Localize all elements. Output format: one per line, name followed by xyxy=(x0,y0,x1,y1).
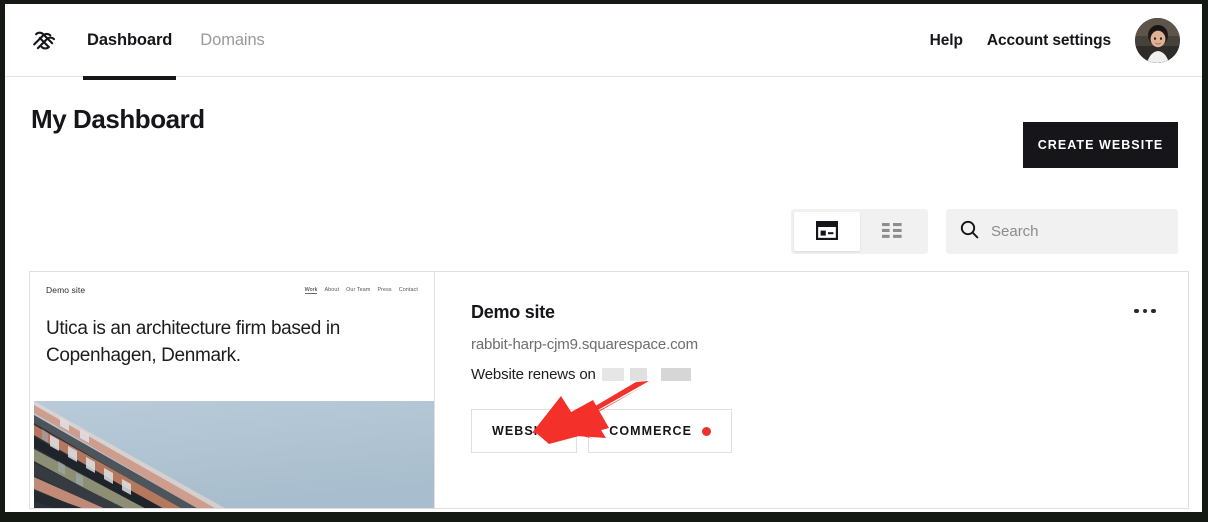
primary-nav-tabs: Dashboard Domains xyxy=(83,4,269,80)
website-button[interactable]: WEBSITE xyxy=(471,409,578,453)
help-link[interactable]: Help xyxy=(930,32,963,50)
page-title: My Dashboard xyxy=(31,104,205,134)
menu-dot-1 xyxy=(1134,308,1139,314)
grid-view-button[interactable] xyxy=(794,212,860,251)
renewal-info: Website renews on xyxy=(471,366,1188,383)
squarespace-logo-icon[interactable] xyxy=(27,24,63,60)
commerce-button[interactable]: COMMERCE xyxy=(588,409,733,453)
account-settings-link[interactable]: Account settings xyxy=(987,32,1111,50)
renewal-label: Website renews on xyxy=(471,366,596,383)
tab-domains-label: Domains xyxy=(200,31,265,49)
preview-nav-our-team: Our Team xyxy=(346,286,371,293)
tab-dashboard-label: Dashboard xyxy=(87,31,173,49)
site-card-details: Demo site rabbit-harp-cjm9.squarespace.c… xyxy=(435,272,1188,508)
search-input[interactable] xyxy=(991,223,1190,240)
site-card-action-buttons: WEBSITE COMMERCE xyxy=(471,409,1188,453)
menu-dot-2 xyxy=(1142,308,1148,314)
search-field[interactable] xyxy=(946,209,1190,254)
browser-window-frame: Dashboard Domains Help Account settings xyxy=(0,0,1208,522)
architecture-photo xyxy=(34,401,434,508)
preview-headline: Utica is an architecture firm based in C… xyxy=(46,318,340,366)
site-card: Demo site Work About Our Team Press Cont… xyxy=(29,271,1189,509)
site-preview-thumbnail[interactable]: Demo site Work About Our Team Press Cont… xyxy=(30,272,435,508)
preview-nav-work: Work xyxy=(304,286,318,294)
dashboard-page: Dashboard Domains Help Account settings xyxy=(5,4,1202,512)
search-icon xyxy=(960,220,979,244)
site-title: Demo site xyxy=(471,302,555,322)
preview-nav-about: About xyxy=(324,286,340,293)
commerce-button-label: COMMERCE xyxy=(609,424,693,438)
help-link-label: Help xyxy=(929,31,963,49)
tab-dashboard[interactable]: Dashboard xyxy=(83,4,177,80)
preview-site-header: Demo site Work About Our Team Press Cont… xyxy=(30,272,434,308)
redacted-date-part-3 xyxy=(660,368,691,381)
preview-site-nav: Work About Our Team Press Contact xyxy=(304,286,418,294)
list-view-button[interactable] xyxy=(860,212,926,251)
dashboard-controls-row xyxy=(791,209,1190,254)
redacted-date-part-2 xyxy=(629,368,647,381)
more-options-icon[interactable] xyxy=(1128,298,1162,324)
commerce-notification-dot xyxy=(702,426,712,436)
view-mode-toggle xyxy=(791,209,928,254)
tab-domains[interactable]: Domains xyxy=(196,4,268,77)
menu-dot-3 xyxy=(1151,308,1156,314)
redacted-date-part-1 xyxy=(601,368,624,381)
account-settings-link-label: Account settings xyxy=(986,31,1111,49)
preview-nav-contact: Contact xyxy=(398,286,418,293)
list-view-icon xyxy=(881,222,903,242)
avatar[interactable] xyxy=(1135,18,1180,63)
create-website-button[interactable]: CREATE WEBSITE xyxy=(1023,122,1178,168)
top-navigation-bar: Dashboard Domains Help Account settings xyxy=(5,4,1202,80)
site-url[interactable]: rabbit-harp-cjm9.squarespace.com xyxy=(471,336,1188,353)
preview-site-name: Demo site xyxy=(46,285,86,295)
grid-view-icon xyxy=(815,220,838,243)
preview-nav-press: Press xyxy=(377,286,392,293)
secondary-nav-links: Help Account settings xyxy=(930,4,1180,77)
dashboard-heading-row: My Dashboard CREATE WEBSITE xyxy=(5,77,1202,172)
website-button-label: WEBSITE xyxy=(492,424,557,438)
